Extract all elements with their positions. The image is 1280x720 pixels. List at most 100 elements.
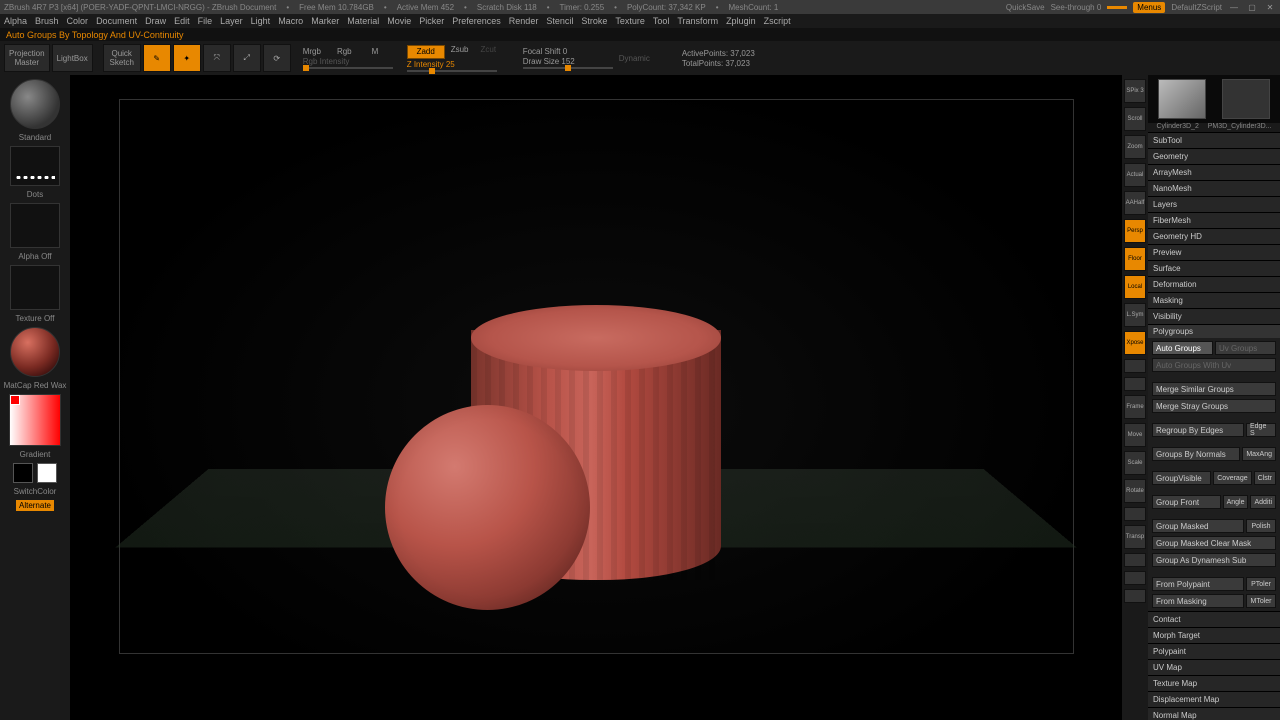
shelf-persp[interactable]: Persp xyxy=(1124,219,1146,243)
from-masking-button[interactable]: From Masking xyxy=(1152,594,1244,608)
color-swatches[interactable] xyxy=(13,463,57,483)
shelf-scroll[interactable]: Scroll xyxy=(1124,107,1146,131)
scale-button[interactable]: ⤢ xyxy=(233,44,261,72)
section-fibermesh[interactable]: FiberMesh xyxy=(1148,212,1280,228)
quick-sketch-button[interactable]: Quick Sketch xyxy=(103,44,141,72)
coverage-slider[interactable]: Coverage xyxy=(1213,471,1251,485)
shelf-btn16[interactable] xyxy=(1124,507,1146,521)
mrgb-button[interactable]: Mrgb xyxy=(303,47,321,56)
seethrough-slider[interactable]: See-through 0 xyxy=(1051,3,1102,12)
merge-similar-button[interactable]: Merge Similar Groups xyxy=(1152,382,1276,396)
menu-render[interactable]: Render xyxy=(509,16,539,26)
rotate-button[interactable]: ⟳ xyxy=(263,44,291,72)
shelf-local[interactable]: Local xyxy=(1124,275,1146,299)
shelf-btn11[interactable] xyxy=(1124,377,1146,391)
section-normal-map[interactable]: Normal Map xyxy=(1148,707,1280,720)
menu-macro[interactable]: Macro xyxy=(278,16,303,26)
section-visibility[interactable]: Visibility xyxy=(1148,308,1280,324)
shelf-transp[interactable]: Transp xyxy=(1124,525,1146,549)
menu-draw[interactable]: Draw xyxy=(145,16,166,26)
secondary-color-swatch[interactable] xyxy=(37,463,57,483)
group-front-button[interactable]: Group Front xyxy=(1152,495,1221,509)
projection-master-button[interactable]: Projection Master xyxy=(4,44,50,72)
polygroups-header[interactable]: Polygroups xyxy=(1148,324,1280,338)
minimize-icon[interactable]: — xyxy=(1228,1,1240,13)
section-preview[interactable]: Preview xyxy=(1148,244,1280,260)
shelf-l-sym[interactable]: L.Sym xyxy=(1124,303,1146,327)
cluster-slider[interactable]: Clstr xyxy=(1254,471,1276,485)
menu-texture[interactable]: Texture xyxy=(615,16,645,26)
tool-thumb-active[interactable] xyxy=(1158,79,1206,119)
draw-button[interactable]: ✦ xyxy=(173,44,201,72)
section-geometry-hd[interactable]: Geometry HD xyxy=(1148,228,1280,244)
menus-button[interactable]: Menus xyxy=(1133,2,1165,13)
menu-transform[interactable]: Transform xyxy=(677,16,718,26)
lightbox-button[interactable]: LightBox xyxy=(52,44,93,72)
group-masked-clear-button[interactable]: Group Masked Clear Mask xyxy=(1152,536,1276,550)
section-geometry[interactable]: Geometry xyxy=(1148,148,1280,164)
menu-light[interactable]: Light xyxy=(251,16,271,26)
auto-groups-button[interactable]: Auto Groups xyxy=(1152,341,1213,355)
material-thumbnail[interactable] xyxy=(10,327,60,377)
menu-document[interactable]: Document xyxy=(96,16,137,26)
section-deformation[interactable]: Deformation xyxy=(1148,276,1280,292)
shelf-zoom[interactable]: Zoom xyxy=(1124,135,1146,159)
shelf-aahalf[interactable]: AAHalf xyxy=(1124,191,1146,215)
z-intensity-slider[interactable]: Z Intensity 25 xyxy=(407,60,497,69)
ptoler-slider[interactable]: PToler xyxy=(1246,577,1276,591)
shelf-btn19[interactable] xyxy=(1124,571,1146,585)
polish-slider[interactable]: Polish xyxy=(1246,519,1276,533)
maximize-icon[interactable]: ▢ xyxy=(1246,1,1258,13)
dynamic-button[interactable]: Dynamic xyxy=(619,54,650,63)
defaultzscript-button[interactable]: DefaultZScript xyxy=(1171,3,1222,12)
auto-groups-uv-button[interactable]: Auto Groups With Uv xyxy=(1152,358,1276,372)
shelf-move[interactable]: Move xyxy=(1124,423,1146,447)
shelf-rotate[interactable]: Rotate xyxy=(1124,479,1146,503)
menu-zplugin[interactable]: Zplugin xyxy=(726,16,756,26)
texture-thumbnail[interactable] xyxy=(10,265,60,310)
shelf-btn20[interactable] xyxy=(1124,589,1146,603)
section-subtool[interactable]: SubTool xyxy=(1148,132,1280,148)
brush-thumbnail[interactable] xyxy=(10,79,60,129)
menu-zscript[interactable]: Zscript xyxy=(764,16,791,26)
section-surface[interactable]: Surface xyxy=(1148,260,1280,276)
rgb-intensity-slider[interactable]: Rgb Intensity xyxy=(303,57,393,66)
shelf-btn18[interactable] xyxy=(1124,553,1146,567)
shelf-btn10[interactable] xyxy=(1124,359,1146,373)
color-picker[interactable] xyxy=(9,394,61,446)
menu-stencil[interactable]: Stencil xyxy=(546,16,573,26)
edge-s-slider[interactable]: Edge S xyxy=(1246,423,1276,437)
menu-preferences[interactable]: Preferences xyxy=(452,16,501,26)
merge-stray-button[interactable]: Merge Stray Groups xyxy=(1152,399,1276,413)
section-arraymesh[interactable]: ArrayMesh xyxy=(1148,164,1280,180)
zadd-button[interactable]: Zadd xyxy=(407,45,445,59)
maxangle-slider[interactable]: MaxAng xyxy=(1242,447,1276,461)
canvas[interactable] xyxy=(119,99,1074,654)
alpha-thumbnail[interactable] xyxy=(10,203,60,248)
main-color-swatch[interactable] xyxy=(13,463,33,483)
menu-tool[interactable]: Tool xyxy=(653,16,670,26)
menu-movie[interactable]: Movie xyxy=(387,16,411,26)
menu-stroke[interactable]: Stroke xyxy=(581,16,607,26)
shelf-spix-3[interactable]: SPix 3 xyxy=(1124,79,1146,103)
group-masked-button[interactable]: Group Masked xyxy=(1152,519,1244,533)
move-button[interactable]: ⤧ xyxy=(203,44,231,72)
section-nanomesh[interactable]: NanoMesh xyxy=(1148,180,1280,196)
rgb-button[interactable]: Rgb xyxy=(337,47,352,56)
additive-toggle[interactable]: Additi xyxy=(1250,495,1276,509)
menu-marker[interactable]: Marker xyxy=(311,16,339,26)
shelf-scale[interactable]: Scale xyxy=(1124,451,1146,475)
section-texture-map[interactable]: Texture Map xyxy=(1148,675,1280,691)
section-uv-map[interactable]: UV Map xyxy=(1148,659,1280,675)
m-button[interactable]: M xyxy=(372,47,379,56)
section-contact[interactable]: Contact xyxy=(1148,611,1280,627)
menu-color[interactable]: Color xyxy=(67,16,89,26)
angle-slider[interactable]: Angle xyxy=(1223,495,1249,509)
edit-button[interactable]: ✎ xyxy=(143,44,171,72)
groups-by-normals-button[interactable]: Groups By Normals xyxy=(1152,447,1240,461)
uv-groups-button[interactable]: Uv Groups xyxy=(1215,341,1276,355)
groupvisible-button[interactable]: GroupVisible xyxy=(1152,471,1211,485)
quicksave-button[interactable]: QuickSave xyxy=(1006,3,1045,12)
close-icon[interactable]: ✕ xyxy=(1264,1,1276,13)
menu-material[interactable]: Material xyxy=(347,16,379,26)
